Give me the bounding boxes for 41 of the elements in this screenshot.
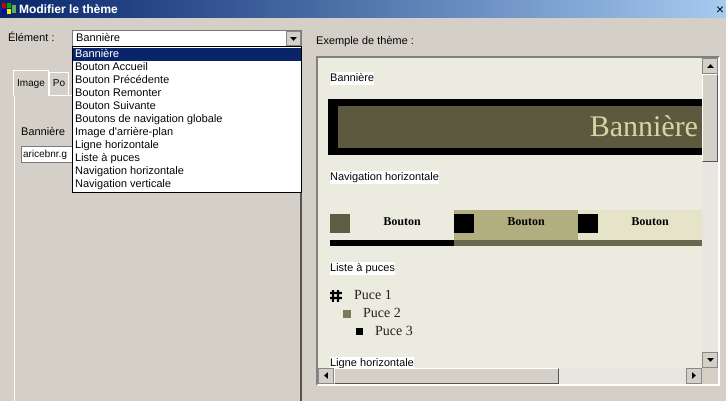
dropdown-option[interactable]: Navigation horizontale (73, 165, 301, 178)
preview-label: Exemple de thème : (316, 34, 415, 49)
dropdown-option[interactable]: Bouton Accueil (73, 61, 301, 74)
close-button[interactable]: × (716, 2, 724, 16)
section-caption: Navigation horizontale (330, 170, 439, 184)
dropdown-option[interactable]: Bouton Suivante (73, 100, 301, 113)
dropdown-option[interactable]: Bouton Remonter (73, 87, 301, 100)
scroll-down-icon (706, 358, 714, 362)
element-dropdown[interactable]: Bannière (72, 30, 302, 47)
section-caption: Bannière (330, 72, 374, 84)
app-icon (2, 3, 16, 15)
dropdown-option[interactable]: Liste à puces (73, 152, 301, 165)
dropdown-option[interactable]: Ligne horizontale (73, 139, 301, 152)
square-bullet-icon (343, 310, 351, 318)
bullet-text: Puce 2 (363, 304, 401, 322)
banner-label: Bannière (21, 125, 66, 140)
horizontal-scrollbar[interactable] (318, 368, 702, 384)
dropdown-option[interactable]: Bannière (73, 48, 301, 61)
nav-button[interactable]: Bouton (578, 210, 702, 246)
bullet-text: Puce 1 (354, 286, 392, 304)
vertical-scrollbar[interactable] (702, 58, 718, 368)
section-caption: Liste à puces (330, 262, 395, 274)
square-bullet-icon (356, 328, 363, 335)
nav-button[interactable]: Bouton (454, 210, 578, 246)
dropdown-option[interactable]: Image d'arrière-plan (73, 126, 301, 139)
dropdown-option[interactable]: Bouton Précédente (73, 74, 301, 87)
section-caption: Ligne horizontale (330, 356, 414, 368)
dropdown-arrow-icon (290, 36, 297, 40)
nav-button[interactable]: Bouton (330, 210, 454, 246)
banner-text: Bannière (590, 110, 698, 144)
scroll-left-icon (324, 372, 328, 379)
window-title: Modifier le thème (19, 1, 118, 18)
tab[interactable]: Po (48, 72, 70, 95)
hash-bullet-icon (330, 290, 342, 302)
element-label: Élément : (8, 30, 56, 46)
tab[interactable]: Image (13, 70, 49, 96)
dropdown-option[interactable]: Boutons de navigation globale (73, 113, 301, 126)
scroll-up-icon (706, 64, 714, 68)
dropdown-option[interactable]: Navigation verticale (73, 178, 301, 191)
scroll-right-icon (692, 372, 696, 379)
bullet-text: Puce 3 (375, 322, 413, 340)
